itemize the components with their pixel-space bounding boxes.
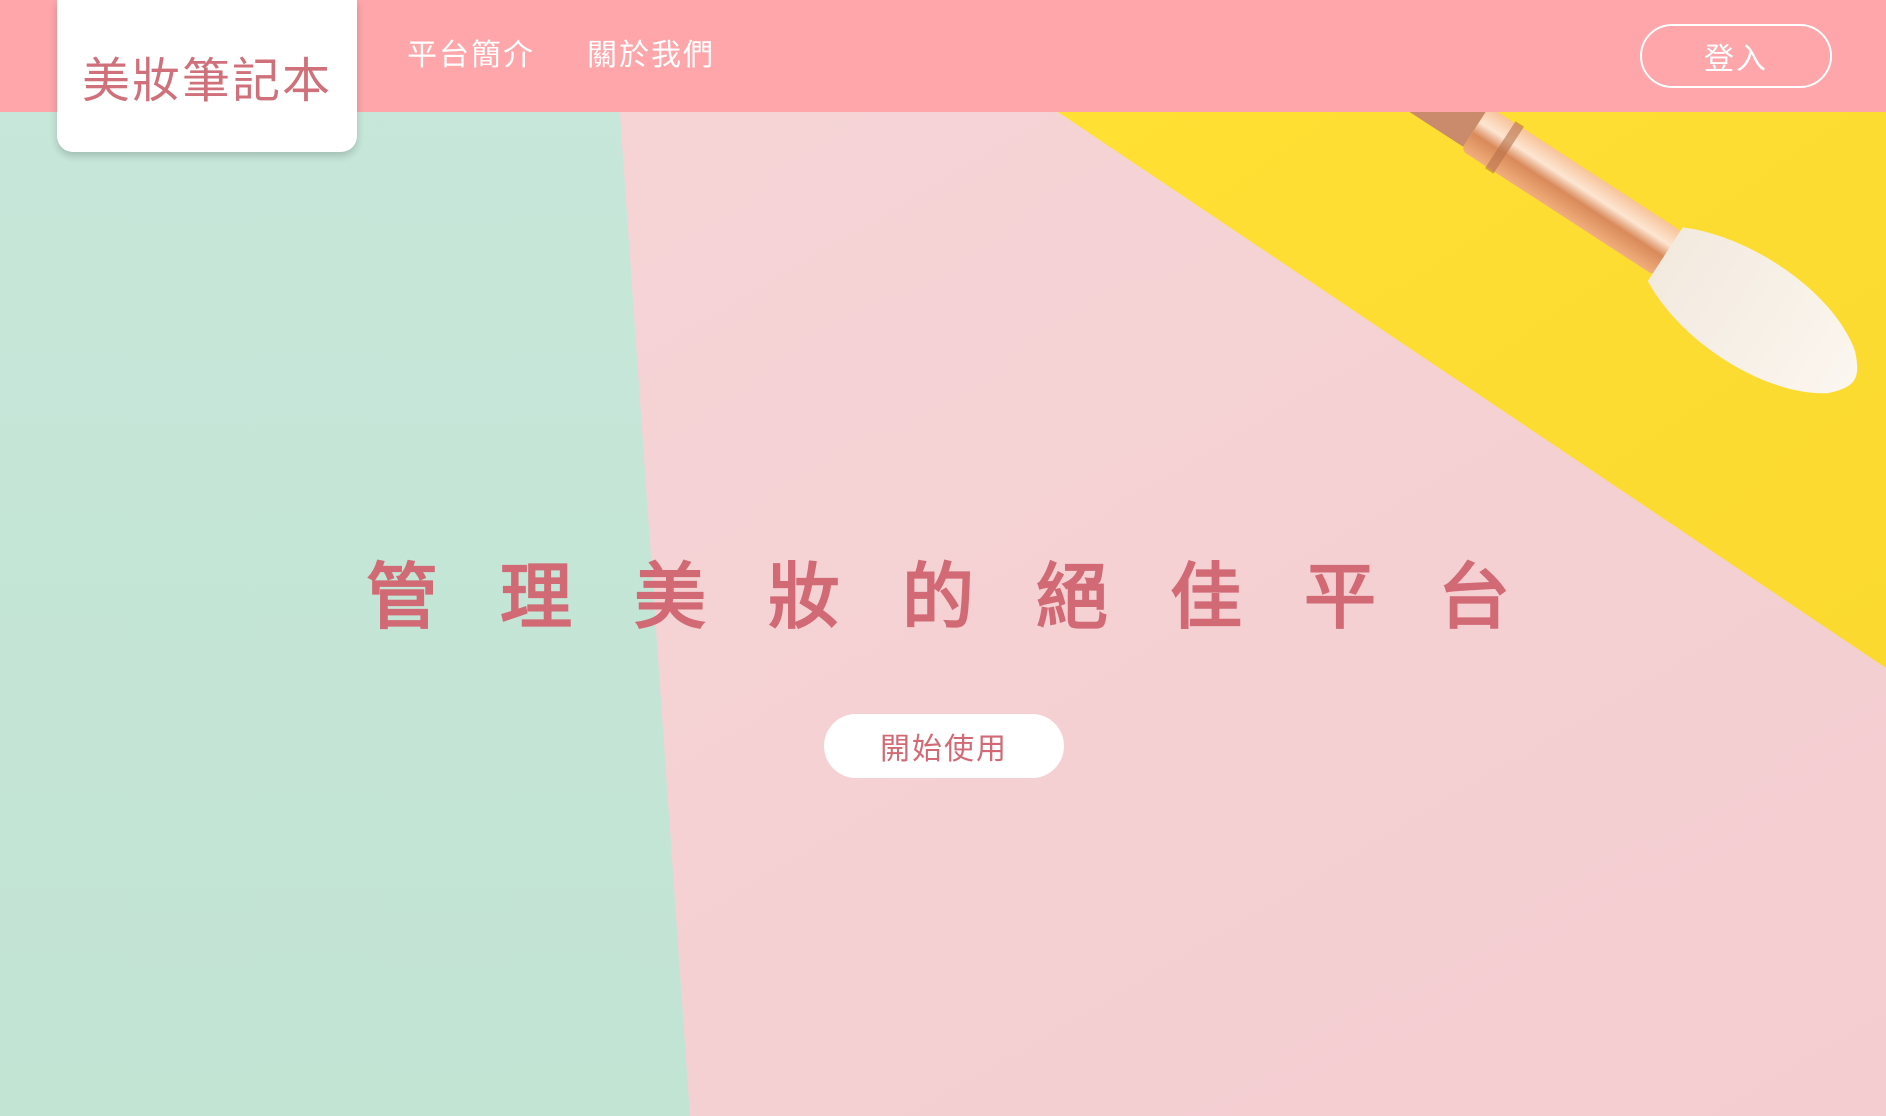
logo-text: 美妝筆記本	[81, 53, 332, 109]
login-button[interactable]: 登入	[1640, 24, 1832, 88]
get-started-button[interactable]: 開始使用	[824, 714, 1064, 778]
nav-link-about[interactable]: 關於我們	[587, 30, 715, 74]
main-nav: 平台簡介 關於我們	[407, 30, 715, 74]
hero-title: 管理美妝的絕佳平台	[365, 555, 1572, 639]
landing-page: 美妝筆記本 平台簡介 關於我們 登入 管理美妝的絕佳平台 開始使用	[0, 0, 1886, 1116]
nav-link-intro[interactable]: 平台簡介	[407, 30, 535, 74]
logo[interactable]: 美妝筆記本	[57, 0, 357, 152]
